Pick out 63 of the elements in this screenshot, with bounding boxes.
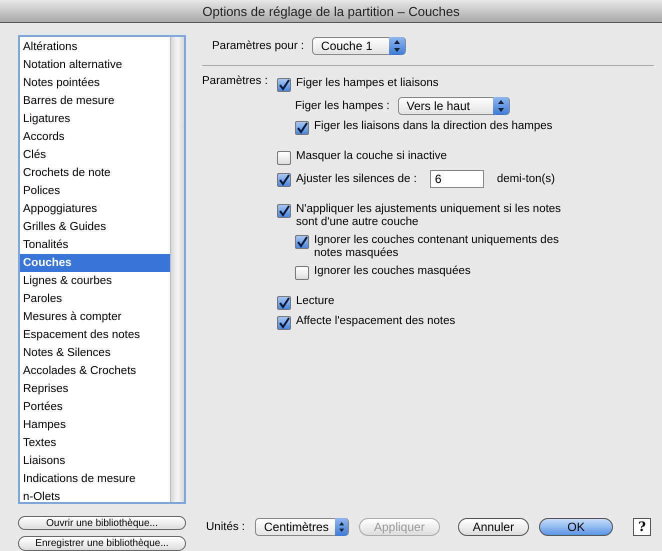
sidebar-item[interactable]: Notes pointées bbox=[20, 74, 170, 92]
sidebar-item[interactable]: Indications de mesure bbox=[20, 470, 170, 488]
dialog-button[interactable]: Annuler bbox=[458, 518, 530, 536]
dropdown[interactable]: Vers le haut bbox=[398, 97, 510, 115]
sidebar-item[interactable]: Altérations bbox=[20, 38, 170, 56]
checkbox-label: Ajuster les silences de : bbox=[296, 173, 417, 185]
sidebar-item[interactable]: Tonalités bbox=[20, 236, 170, 254]
units-label: Unités : bbox=[206, 521, 245, 533]
sidebar-item[interactable]: Reprises bbox=[20, 380, 170, 398]
scrollbar[interactable] bbox=[170, 37, 184, 502]
checkbox-label: Masquer la couche si inactive bbox=[296, 150, 447, 163]
sidebar-item[interactable]: Liaisons bbox=[20, 452, 170, 470]
sidebar-item[interactable]: Espacement des notes bbox=[20, 326, 170, 344]
sidebar-item[interactable]: Paroles bbox=[20, 290, 170, 308]
layer-label: Paramètres pour : bbox=[212, 40, 304, 52]
sidebar-item[interactable]: Appoggiatures bbox=[20, 200, 170, 218]
library-button[interactable]: Enregistrer une bibliothèque... bbox=[18, 536, 186, 551]
unit-label: demi-ton(s) bbox=[496, 173, 555, 185]
sidebar-item[interactable]: Barres de mesure bbox=[20, 92, 170, 110]
checkbox-label: Ignorer les couches masquées bbox=[314, 265, 471, 278]
input-field[interactable]: 6 bbox=[430, 170, 484, 188]
stepper-arrows-icon bbox=[492, 97, 509, 115]
checkbox[interactable] bbox=[277, 296, 291, 310]
parameters-label: Paramètres : bbox=[202, 74, 269, 89]
checkbox[interactable] bbox=[295, 235, 309, 249]
select-label: Figer les hampes : bbox=[295, 100, 390, 112]
dialog-button[interactable]: OK bbox=[539, 518, 614, 536]
checkbox[interactable] bbox=[295, 266, 309, 280]
layer-dropdown[interactable]: Couche 1 bbox=[312, 37, 406, 55]
checkbox[interactable] bbox=[277, 172, 291, 186]
checkbox[interactable] bbox=[277, 78, 291, 92]
checkbox-label: Figer les hampes et liaisons bbox=[296, 77, 439, 90]
sidebar-item[interactable]: Portées bbox=[20, 398, 170, 416]
sidebar-item[interactable]: Crochets de note bbox=[20, 164, 170, 182]
checkbox[interactable] bbox=[277, 151, 291, 165]
checkbox[interactable] bbox=[295, 121, 309, 135]
sidebar-item[interactable]: Grilles & Guides bbox=[20, 218, 170, 236]
stepper-arrows-icon bbox=[389, 37, 406, 55]
sidebar-item[interactable]: n-Olets bbox=[20, 488, 170, 506]
sidebar-item[interactable]: Notes & Silences bbox=[20, 344, 170, 362]
sidebar-item[interactable]: Mesures à compter bbox=[20, 308, 170, 326]
window-title: Options de réglage de la partition – Couches bbox=[0, 0, 662, 23]
checkbox-label: Ignorer les couches contenant uniquements des notes masquées bbox=[314, 234, 560, 260]
checkbox-label: Figer les liaisons dans la direction des hampes bbox=[314, 120, 552, 133]
checkbox[interactable] bbox=[277, 204, 291, 218]
sidebar-item[interactable]: Clés bbox=[20, 146, 170, 164]
sidebar-item[interactable]: Polices bbox=[20, 182, 170, 200]
sidebar-item[interactable]: Couches bbox=[20, 254, 170, 272]
checkbox-label: N'appliquer les ajustements uniquement si les notes sont d'une autre couche bbox=[296, 203, 562, 229]
help-button[interactable]: ? bbox=[633, 518, 652, 536]
sidebar-item[interactable]: Notation alternative bbox=[20, 56, 170, 74]
stepper-arrows-icon bbox=[334, 518, 348, 536]
sidebar-item[interactable]: Accolades & Crochets bbox=[20, 362, 170, 380]
sidebar-item[interactable]: Ligatures bbox=[20, 110, 170, 128]
units-dropdown[interactable]: Centimètres bbox=[255, 518, 349, 536]
checkbox-label: Lecture bbox=[296, 295, 334, 308]
sidebar-item[interactable]: Lignes & courbes bbox=[20, 272, 170, 290]
checkbox-label: Affecte l'espacement des notes bbox=[296, 315, 456, 328]
sidebar-item[interactable]: Textes bbox=[20, 434, 170, 452]
sidebar-item[interactable]: Accords bbox=[20, 128, 170, 146]
sidebar-item[interactable]: Hampes bbox=[20, 416, 170, 434]
checkbox[interactable] bbox=[277, 316, 291, 330]
library-button[interactable]: Ouvrir une bibliothèque... bbox=[18, 516, 186, 530]
